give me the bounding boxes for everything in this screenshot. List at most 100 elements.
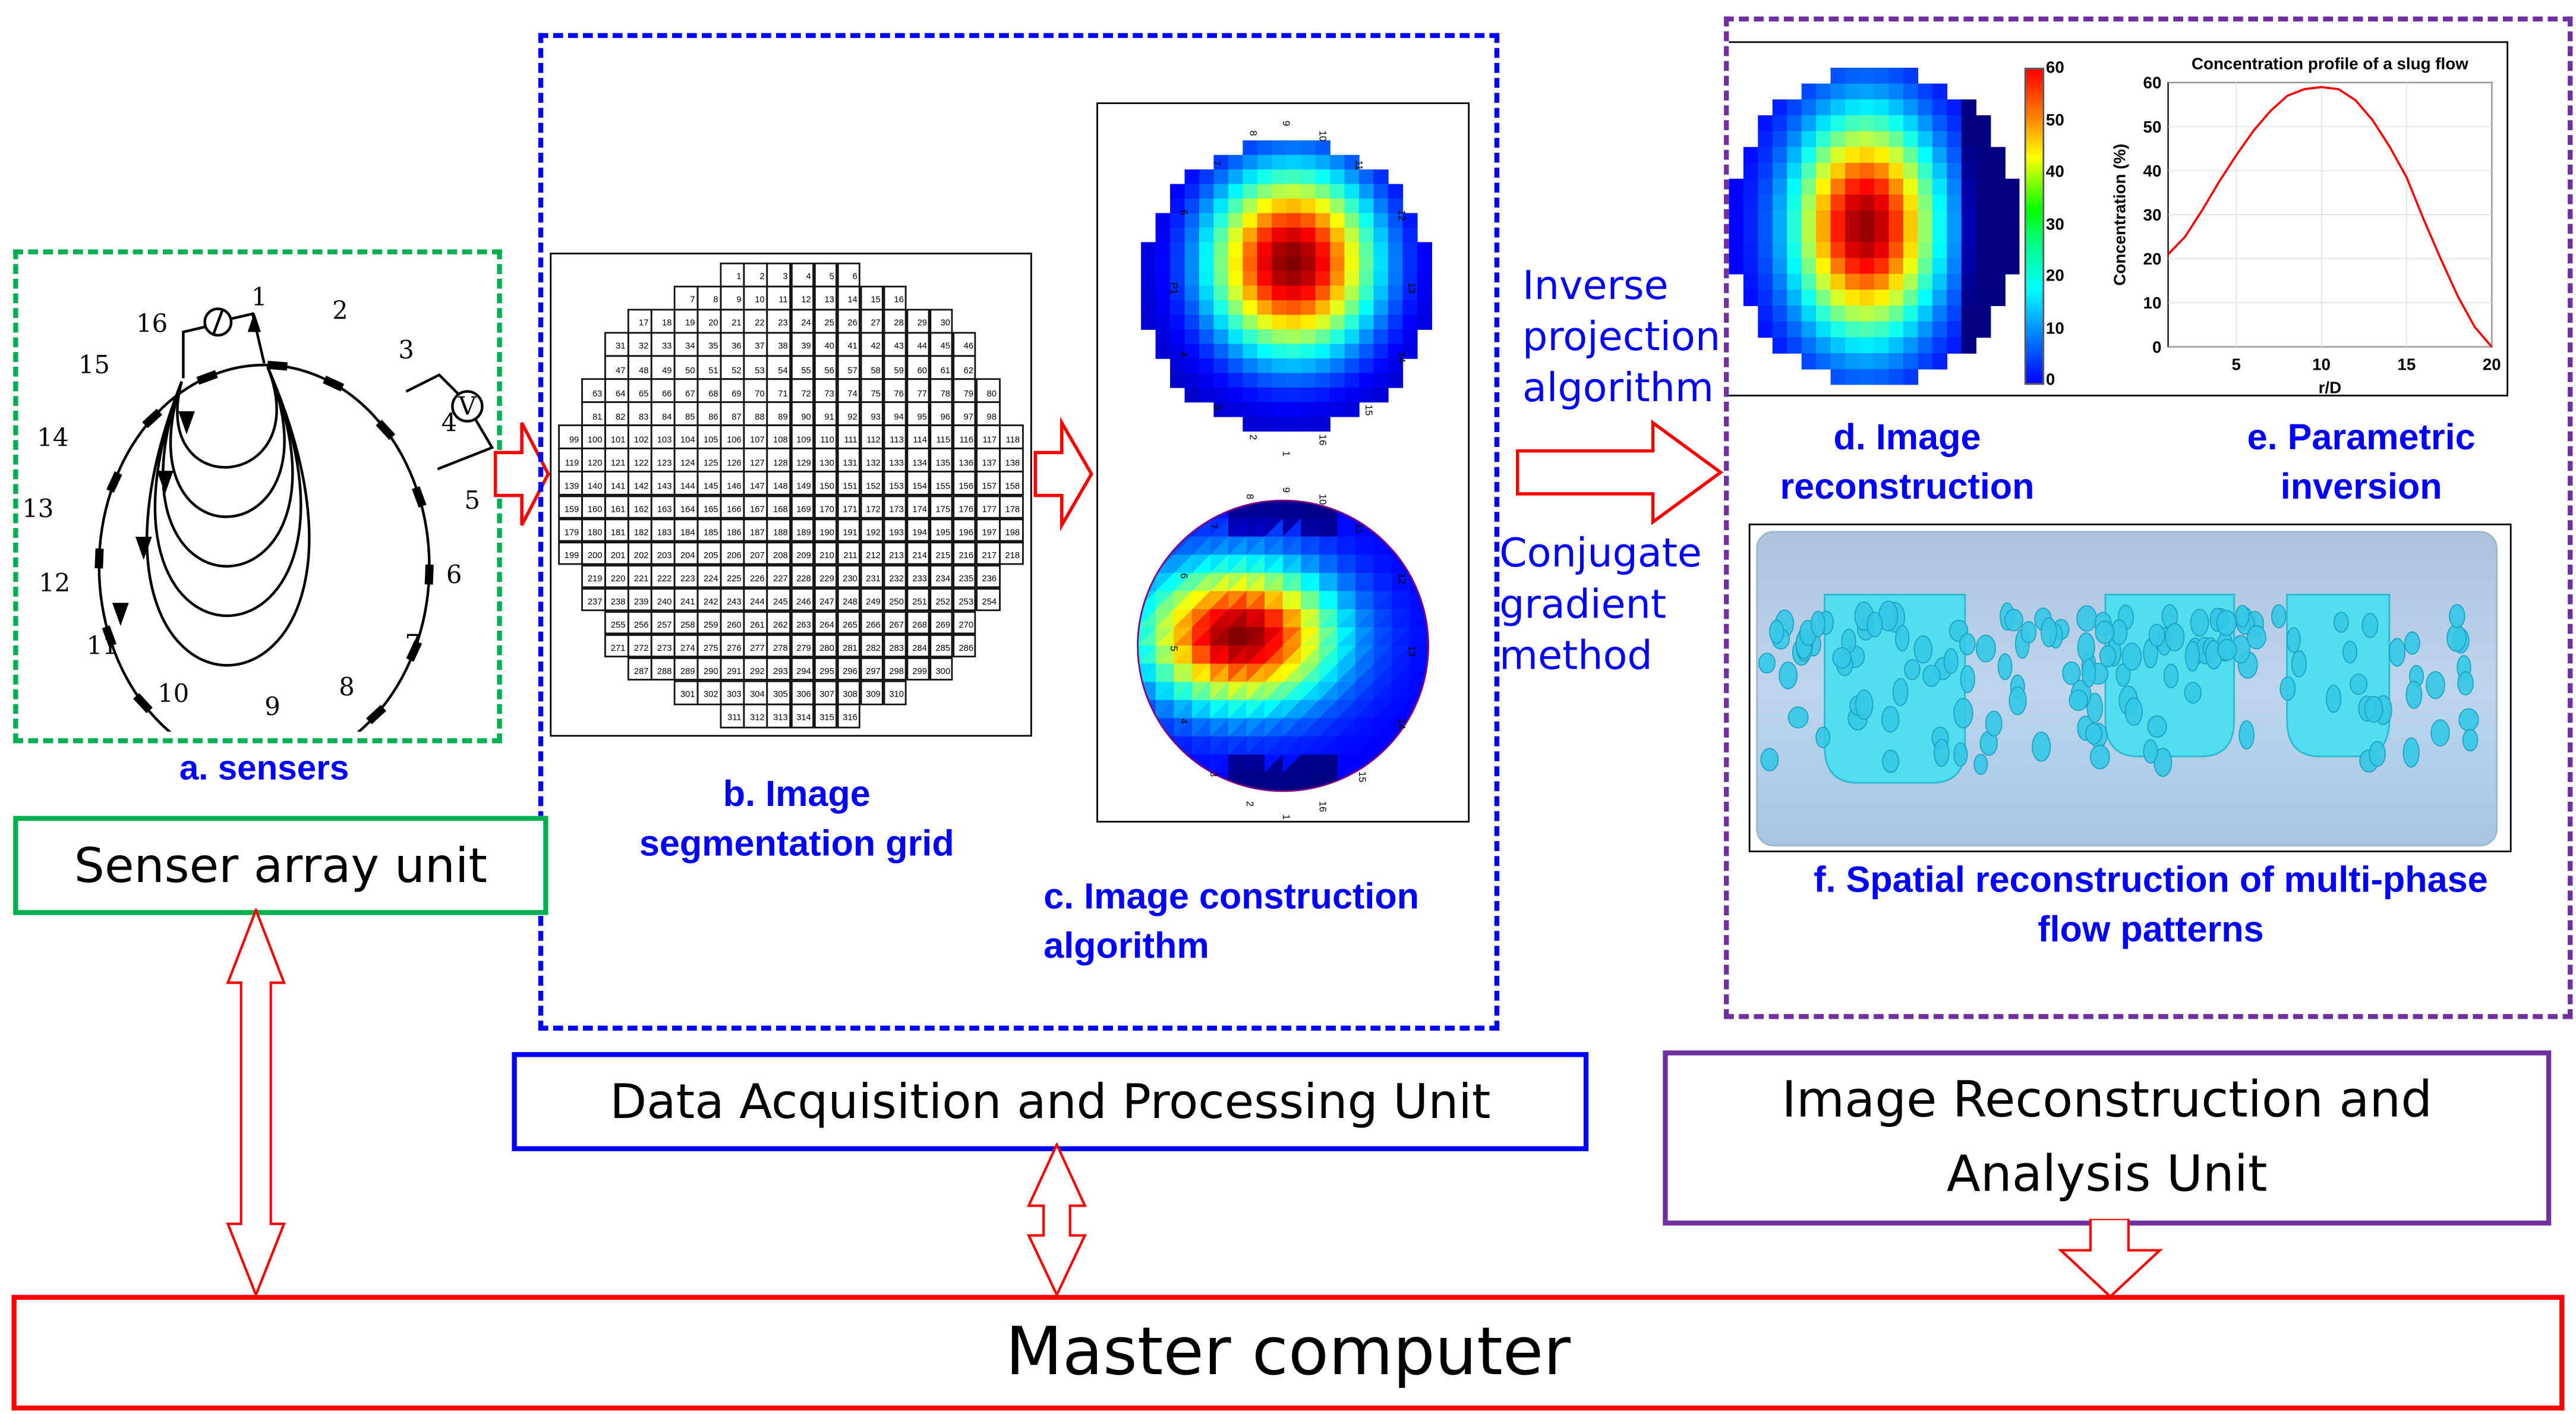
map-pixel bbox=[1213, 256, 1229, 272]
map-pixel bbox=[1257, 344, 1273, 359]
colorbar-tick: 20 bbox=[2045, 267, 2064, 286]
mesh-triangle bbox=[1427, 700, 1429, 719]
grid-cell: 274 bbox=[674, 634, 699, 659]
gas-bubble bbox=[2184, 682, 2202, 704]
map-pixel bbox=[1272, 169, 1287, 185]
map-pixel bbox=[1358, 344, 1374, 359]
y-tick-label: 10 bbox=[2143, 294, 2162, 312]
map-pixel bbox=[1286, 155, 1301, 170]
map-pixel bbox=[1315, 387, 1330, 403]
map-pixel bbox=[1243, 402, 1258, 417]
mesh-triangle bbox=[1427, 572, 1429, 592]
image-pixel bbox=[1976, 258, 1991, 275]
senser-array-unit-box[interactable]: Senser array unit bbox=[13, 815, 548, 915]
map-pixel bbox=[1344, 373, 1360, 388]
grid-cell: 171 bbox=[836, 495, 861, 519]
map-pixel bbox=[1243, 358, 1258, 374]
gas-bubble bbox=[1760, 748, 1779, 771]
mesh-triangle bbox=[1173, 500, 1193, 519]
image-pixel bbox=[1758, 289, 1773, 306]
image-pixel bbox=[1772, 337, 1788, 354]
master-computer-box[interactable]: Master computer bbox=[11, 1295, 2565, 1411]
image-pixel bbox=[1888, 178, 1904, 196]
map-pixel bbox=[1330, 344, 1345, 359]
gas-bubble bbox=[2164, 663, 2179, 689]
grid-cell: 252 bbox=[929, 587, 954, 612]
grid-cell: 276 bbox=[720, 634, 745, 659]
grid-cell: 247 bbox=[813, 587, 838, 612]
grid-cell: 20 bbox=[697, 308, 722, 333]
mesh-triangle bbox=[1410, 500, 1429, 519]
image-pixel bbox=[1859, 289, 1875, 306]
map-pixel bbox=[1170, 329, 1185, 345]
image-pixel bbox=[1772, 306, 1788, 322]
image-pixel bbox=[1787, 147, 1802, 163]
map-pixel bbox=[1373, 344, 1389, 359]
image-pixel bbox=[1772, 273, 1788, 291]
mesh-triangle bbox=[1137, 791, 1139, 792]
image-pixel bbox=[1758, 194, 1773, 211]
mesh-triangle bbox=[1264, 791, 1284, 792]
grid-cell: 105 bbox=[697, 425, 722, 449]
data-acquisition-unit-box[interactable]: Data Acquisition and Processing Unit bbox=[512, 1052, 1589, 1151]
grid-cell: 185 bbox=[697, 518, 722, 542]
gas-bubble bbox=[2020, 621, 2037, 644]
mesh-triangle bbox=[1209, 791, 1229, 792]
grid-cell: 253 bbox=[952, 587, 977, 612]
map-pixel bbox=[1330, 169, 1345, 185]
image-pixel bbox=[1961, 289, 1976, 306]
map-pixel bbox=[1330, 213, 1345, 228]
electrode-4 bbox=[412, 486, 427, 508]
map-pixel bbox=[1170, 256, 1185, 272]
colorbar-ticks: 60 50 40 30 20 10 0 bbox=[2046, 59, 2079, 390]
grid-cell: 40 bbox=[813, 332, 838, 357]
mesh-triangle bbox=[1137, 627, 1139, 647]
mesh-triangle bbox=[1155, 518, 1175, 538]
electrode-label: 6 bbox=[1178, 573, 1190, 578]
gas-bubble bbox=[1758, 653, 1776, 674]
caption-f: f. Spatial reconstruction of multi-phase… bbox=[1734, 855, 2568, 953]
grid-cell: 245 bbox=[767, 587, 792, 612]
grid-cell: 190 bbox=[813, 518, 838, 542]
image-pixel bbox=[1845, 115, 1861, 132]
mesh-triangle bbox=[1137, 500, 1139, 501]
grid-cell: 302 bbox=[697, 680, 722, 705]
grid-cell: 136 bbox=[952, 448, 977, 473]
image-pixel bbox=[1874, 83, 1890, 100]
mesh-triangle bbox=[1191, 791, 1211, 792]
master-computer-label: Master computer bbox=[1005, 1314, 1571, 1391]
image-pixel bbox=[1801, 353, 1817, 370]
map-pixel bbox=[1184, 242, 1200, 257]
map-pixel bbox=[1257, 227, 1273, 243]
image-pixel bbox=[1772, 194, 1788, 211]
gas-bubble bbox=[2364, 695, 2383, 723]
map-pixel bbox=[1301, 285, 1316, 301]
grid-cell: 166 bbox=[720, 495, 745, 519]
image-reconstruction-unit-box[interactable]: Image Reconstruction and Analysis Unit bbox=[1663, 1050, 2552, 1226]
arrowhead-icon bbox=[135, 537, 152, 560]
mesh-triangle bbox=[1155, 500, 1175, 501]
mesh-triangle bbox=[1210, 500, 1229, 501]
image-pixel bbox=[1816, 289, 1831, 306]
grid-cell: 42 bbox=[859, 332, 884, 357]
image-pixel bbox=[1830, 67, 1846, 84]
image-pixel bbox=[1976, 147, 1991, 163]
grid-cell: 5 bbox=[813, 262, 838, 287]
mesh-triangle bbox=[1173, 772, 1193, 792]
mesh-triangle bbox=[1428, 645, 1429, 665]
map-pixel bbox=[1358, 271, 1374, 286]
map-pixel bbox=[1155, 213, 1171, 228]
image-pixel bbox=[1961, 99, 1976, 116]
image-pixel bbox=[1947, 242, 1962, 259]
grid-cell: 174 bbox=[906, 495, 931, 519]
map-pixel bbox=[1330, 300, 1345, 316]
caption-d: d. Image reconstruction bbox=[1751, 413, 2064, 511]
map-pixel bbox=[1373, 199, 1389, 214]
grid-cell: 1 bbox=[720, 262, 745, 287]
map-pixel bbox=[1301, 344, 1316, 359]
map-pixel bbox=[1286, 242, 1301, 257]
map-pixel bbox=[1272, 402, 1287, 417]
map-pixel bbox=[1315, 242, 1330, 257]
mesh-triangle bbox=[1427, 554, 1429, 574]
mesh-triangle bbox=[1137, 500, 1157, 501]
